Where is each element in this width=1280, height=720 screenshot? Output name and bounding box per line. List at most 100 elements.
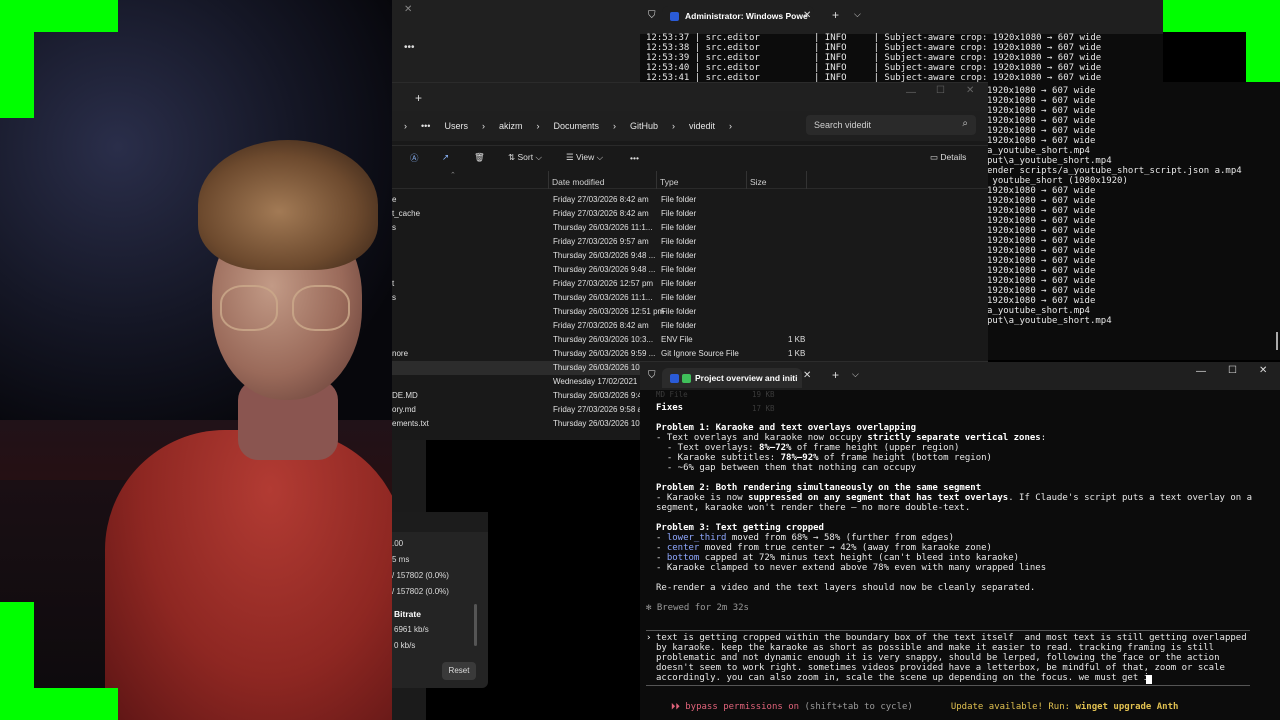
file-row[interactable]: Thursday 26/03/2026 12:51 pm File folder [392,305,988,319]
ghost-type: MD File [656,390,688,399]
prompt-input[interactable]: › text is getting cropped within the bou… [646,630,1250,686]
response-heading: Fixes [656,403,684,413]
view-label: View [575,152,595,162]
file-type: ENV File [661,335,693,344]
code-token: lower_third [666,533,727,543]
breadcrumb-item[interactable]: videdit [689,121,715,131]
file-type: File folder [661,195,697,204]
file-row[interactable]: e Friday 27/03/2026 8:42 am File folder [392,193,988,207]
file-name: t [392,279,395,288]
response-line: Re-render a video and the text layers sh… [656,583,1036,593]
text: - Karaoke subtitles: [656,453,781,463]
log-line: 1920x1080 → 607 wide [987,276,1096,286]
close-tab-icon[interactable]: ✕ [803,10,811,21]
problem-title: Problem 2: Both rendering simultaneously… [656,483,982,493]
file-row[interactable]: t Friday 27/03/2026 12:57 pm File folder [392,277,988,291]
reset-button[interactable]: Reset [442,662,476,680]
bitrate-value: 6961 kb/s [394,625,429,634]
file-type: File folder [661,237,697,246]
delete-icon[interactable]: 🗑 [474,152,485,163]
terminal-tab[interactable]: Administrator: Windows Powe [662,6,814,26]
file-row[interactable]: s Thursday 26/03/2026 11:1... File folder [392,221,988,235]
stats-value: / 157802 (0.0%) [392,587,449,596]
file-row[interactable]: Thursday 26/03/2026 9:48 ... File folder [392,249,988,263]
file-date: Friday 27/03/2026 12:57 pm [553,279,654,288]
log-line: 1920x1080 → 607 wide [987,186,1096,196]
new-tab-icon[interactable]: + [415,91,422,105]
maximize-icon[interactable]: ☐ [1228,365,1237,376]
column-date[interactable]: Date modified [552,177,604,187]
new-tab-icon[interactable]: + [832,368,839,382]
close-icon[interactable]: ✕ [966,85,974,96]
background-window-titlebar: ✕ ••• [392,0,640,82]
file-row[interactable]: t_cache Friday 27/03/2026 8:42 am File fol… [392,207,988,221]
new-tab-icon[interactable]: + [832,8,839,22]
breadcrumb-item[interactable]: Users [444,121,468,131]
file-row[interactable]: nore Thursday 26/03/2026 9:59 ... Git Igno… [392,347,988,361]
file-date: Friday 27/03/2026 8:42 am [553,195,649,204]
text: of frame height (bottom region) [818,453,992,463]
brewed-status: ✻ Brewed for 2m 32s [646,603,749,613]
more-icon[interactable]: ••• [421,121,430,131]
details-button[interactable]: ▭ Details [930,152,966,163]
response-line: - center moved from true center → 42% (a… [656,543,1252,553]
text-cursor [1146,675,1152,684]
file-date: Thursday 26/03/2026 9:59 ... [553,349,656,358]
sort-up-icon: ⌃ [450,172,456,179]
text-bold: strictly separate vertical zones [867,433,1041,443]
log-line: 1920x1080 → 607 wide [987,96,1096,106]
column-divider [806,171,807,189]
chevron-right-icon: › [404,121,407,131]
file-name: e [392,195,397,204]
rename-icon[interactable]: Ⓐ [410,152,419,164]
breadcrumb-item[interactable]: GitHub [630,121,658,131]
file-row[interactable]: Thursday 26/03/2026 9:48 ... File folder [392,263,988,277]
log-line: 1920x1080 → 607 wide [987,216,1096,226]
close-tab-icon[interactable]: ✕ [803,370,811,381]
log-line: 1920x1080 → 607 wide [987,116,1096,126]
minimize-icon[interactable]: — [1196,366,1206,377]
file-row[interactable]: s Thursday 26/03/2026 11:1... File folder [392,291,988,305]
bypass-permissions-status[interactable]: ⏵⏵ bypass permissions on [671,702,799,712]
stats-value: / 157802 (0.0%) [392,571,449,580]
column-type[interactable]: Type [660,177,678,187]
file-name: t_cache [392,209,421,218]
log-line: 12:53:38 | src.editor | INFO | Subject-a… [646,43,1102,53]
stats-panel: .00 5 ms / 157802 (0.0%) / 157802 (0.0%)… [392,512,488,688]
chevron-down-icon[interactable]: ⌵ [852,369,859,380]
text: : [1040,433,1047,443]
file-date: Wednesday 17/02/2021 2... [553,377,651,386]
log-line: put\a_youtube_short.mp4 [987,316,1112,326]
breadcrumb-item[interactable]: akizm [499,121,523,131]
minimize-icon[interactable]: — [906,87,916,98]
explorer-toolbar: Ⓐ ↗ 🗑 ⇅ Sort ⌵ ☰ View ⌵ ••• ▭ Details [392,145,988,169]
file-row[interactable]: Friday 27/03/2026 9:57 am File folder [392,235,988,249]
webcam-feed [0,0,392,720]
sort-button[interactable]: ⇅ Sort ⌵ [508,152,542,163]
file-row[interactable]: Friday 27/03/2026 8:42 am File folder [392,319,988,333]
file-type: File folder [661,265,697,274]
column-size[interactable]: Size [750,177,767,187]
scrollbar-thumb[interactable] [1276,332,1278,350]
prompt-text[interactable]: text is getting cropped within the bound… [656,633,1247,684]
more-icon[interactable]: ••• [404,42,415,53]
close-icon[interactable]: ✕ [404,4,412,15]
more-icon[interactable]: ••• [630,153,639,163]
log-line: 1920x1080 → 607 wide [987,86,1096,96]
breadcrumb-item[interactable]: Documents [553,121,599,131]
text: - [656,553,667,563]
scrollbar-thumb[interactable] [474,604,477,646]
file-row[interactable]: Thursday 26/03/2026 10:3... ENV File 1 KB [392,333,988,347]
share-icon[interactable]: ↗ [442,152,449,163]
view-button[interactable]: ☰ View ⌵ [566,152,603,163]
search-input[interactable]: Search videdit ⌕ [806,115,976,135]
file-name: ory.md [392,405,416,414]
maximize-icon[interactable]: ☐ [936,85,945,96]
text-bold: 8%–72% [758,443,792,453]
close-icon[interactable]: ✕ [1259,365,1267,376]
log-line: 12:53:40 | src.editor | INFO | Subject-a… [646,63,1102,73]
file-date: Thursday 26/03/2026 12:51 pm [553,307,665,316]
chevron-down-icon[interactable]: ⌵ [854,9,861,20]
prompt-line: text is getting cropped within the bound… [656,633,1247,643]
terminal-tab[interactable]: Project overview and initi [662,368,802,388]
